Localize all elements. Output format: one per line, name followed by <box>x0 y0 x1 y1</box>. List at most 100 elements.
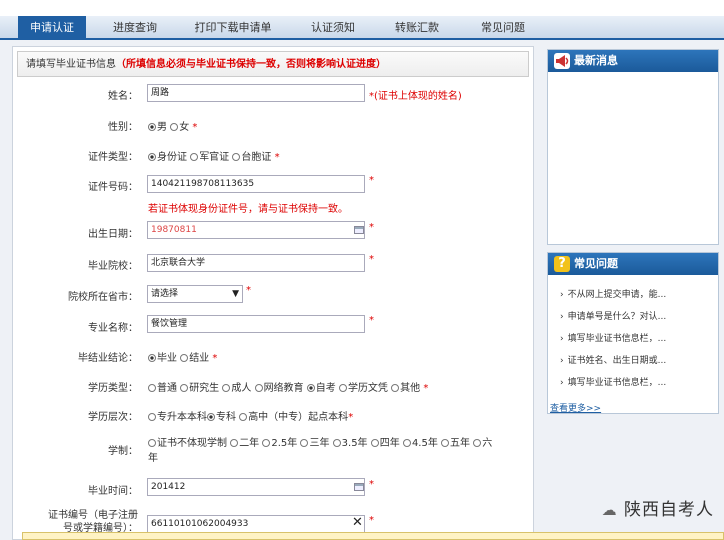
province-select[interactable]: 请选择 ▼ <box>147 285 243 303</box>
edu-type-adult-radio[interactable]: 成人 <box>222 383 251 394</box>
id-type-idcard-radio[interactable]: 身份证 <box>148 152 187 163</box>
id-type-officer-radio[interactable]: 军官证 <box>190 152 229 163</box>
edu-level-label: 学历层次： <box>88 412 138 423</box>
radio-checked-icon <box>207 413 215 421</box>
edu-level-college-radio[interactable]: 专科 <box>207 412 236 423</box>
cert-number-input[interactable]: 661101010620049​33 <box>147 515 365 533</box>
required-mark: * <box>369 254 374 265</box>
required-mark: * <box>212 353 218 364</box>
radio-unchecked-icon <box>230 439 239 447</box>
major-input[interactable]: 餐饮管理 <box>147 315 365 333</box>
cert-number-label-line1: 证书编号（电子注册 <box>48 510 138 521</box>
school-input[interactable]: 北京联合大学 <box>147 254 365 272</box>
length-2-5-radio[interactable]: 2.5年 <box>262 438 297 449</box>
edu-level-upgrade-label: 专升本本科 <box>157 412 207 423</box>
id-type-label: 证件类型： <box>88 152 138 163</box>
watermark-text: 陕西自考人 <box>624 500 714 520</box>
grad-time-input[interactable]: 201412 <box>147 478 365 496</box>
radio-unchecked-icon <box>473 439 482 447</box>
radio-unchecked-icon <box>239 413 248 421</box>
wechat-logo-icon: ☁ <box>601 501 618 519</box>
edu-level-options: 专升本本科 专科 高中（中专）起点本科* <box>148 408 353 423</box>
tab-notice[interactable]: 认证须知 <box>298 16 368 40</box>
school-label: 毕业院校： <box>88 261 138 272</box>
length-3-5-radio[interactable]: 3.5年 <box>332 438 368 449</box>
length-4-label: 四年 <box>379 438 400 449</box>
conclusion-label: 毕结业结论： <box>78 353 138 364</box>
required-mark: * <box>369 315 374 326</box>
gender-label: 性别： <box>108 122 138 133</box>
name-input[interactable]: 周路 <box>147 84 365 102</box>
edu-type-selfstudy-radio[interactable]: 自考 <box>306 383 336 394</box>
birth-date-label: 出生日期： <box>88 229 138 240</box>
edu-level-highschool-radio[interactable]: 高中（中专）起点本科 <box>239 412 348 423</box>
edu-type-regular-label: 普通 <box>157 383 177 394</box>
form-header-title: 请填写毕业证书信息 <box>26 59 116 70</box>
conclusion-graduate-radio[interactable]: 毕业 <box>148 353 177 364</box>
edu-type-regular-radio[interactable]: 普通 <box>148 383 177 394</box>
edu-type-online-radio[interactable]: 网络教育 <box>254 383 304 394</box>
question-icon: ? <box>554 256 570 272</box>
radio-unchecked-icon <box>300 439 309 447</box>
radio-checked-icon <box>148 354 156 362</box>
faq-item[interactable]: 不从网上提交申请，能... <box>560 287 667 300</box>
gender-male-radio[interactable]: 男 <box>148 122 167 133</box>
gender-options: 男 女 * <box>148 118 197 133</box>
tab-payment[interactable]: 转账汇款 <box>384 16 450 40</box>
birth-date-input[interactable]: 19870811 <box>147 221 365 239</box>
length-3-radio[interactable]: 三年 <box>300 438 329 449</box>
gender-female-label: 女 <box>179 122 190 133</box>
calendar-icon[interactable] <box>354 226 364 234</box>
length-2-radio[interactable]: 二年 <box>230 438 259 449</box>
radio-unchecked-icon <box>170 123 179 131</box>
clear-icon[interactable]: ✕ <box>352 515 363 530</box>
required-mark: * <box>369 222 374 233</box>
length-4-radio[interactable]: 四年 <box>370 438 400 449</box>
watermark: ☁ 陕西自考人 <box>602 495 714 520</box>
radio-unchecked-icon <box>402 439 411 447</box>
conclusion-graduate-label: 毕业 <box>157 353 177 364</box>
id-type-officer-label: 军官证 <box>199 152 230 163</box>
length-4-5-radio[interactable]: 4.5年 <box>402 438 438 449</box>
tab-faq[interactable]: 常见问题 <box>468 16 538 40</box>
id-type-taiwan-radio[interactable]: 台胞证 <box>232 152 271 163</box>
radio-unchecked-icon <box>148 439 156 447</box>
radio-unchecked-icon <box>222 384 231 392</box>
length-5-radio[interactable]: 五年 <box>441 438 470 449</box>
faq-item[interactable]: 申请单号是什么？对认... <box>560 309 667 322</box>
edu-type-graduate-label: 研究生 <box>189 383 220 394</box>
length-2-5-label: 2.5年 <box>271 438 298 449</box>
edu-type-diploma-radio[interactable]: 学历文凭 <box>338 383 388 394</box>
province-select-value: 请选择 <box>151 289 179 299</box>
length-none-label: 证书不体现学制 <box>157 438 227 449</box>
edu-type-diploma-label: 学历文凭 <box>347 383 388 394</box>
tab-progress[interactable]: 进度查询 <box>100 16 170 40</box>
edu-type-graduate-radio[interactable]: 研究生 <box>180 383 219 394</box>
edu-level-upgrade-radio[interactable]: 专升本本科 <box>148 412 207 423</box>
radio-unchecked-icon <box>148 384 156 392</box>
length-none-radio[interactable]: 证书不体现学制 <box>148 438 227 449</box>
edu-type-adult-label: 成人 <box>231 383 252 394</box>
form-header: 请填写毕业证书信息（所填信息必须与毕业证书保持一致，否则将影响认证进度） <box>17 51 529 77</box>
faq-box: ? 常见问题 不从网上提交申请，能... 申请单号是什么？对认... 填写毕业证… <box>547 252 719 414</box>
id-type-idcard-label: 身份证 <box>157 152 187 163</box>
radio-checked-icon <box>148 123 156 131</box>
required-mark: * <box>423 383 429 394</box>
conclusion-complete-radio[interactable]: 结业 <box>180 353 209 364</box>
calendar-icon[interactable] <box>354 483 364 491</box>
tab-apply[interactable]: 申请认证 <box>18 16 86 40</box>
faq-item[interactable]: 填写毕业证书信息栏，... <box>560 375 667 388</box>
length-label: 学制： <box>108 446 138 457</box>
required-mark: * <box>348 412 354 423</box>
faq-item[interactable]: 证书姓名、出生日期或... <box>560 353 667 366</box>
faq-more-link[interactable]: 查看更多>> <box>550 401 601 414</box>
chevron-down-icon: ▼ <box>232 289 239 299</box>
required-mark: * <box>192 122 198 133</box>
faq-item[interactable]: 填写毕业证书信息栏，... <box>560 331 667 344</box>
edu-type-other-radio[interactable]: 其他 <box>391 383 420 394</box>
id-number-input[interactable]: 140421198708113635 <box>147 175 365 193</box>
radio-unchecked-icon <box>232 153 241 161</box>
edu-level-highschool-label: 高中（中专）起点本科 <box>248 412 349 423</box>
tab-print[interactable]: 打印下载申请单 <box>190 16 276 40</box>
gender-female-radio[interactable]: 女 <box>170 122 189 133</box>
